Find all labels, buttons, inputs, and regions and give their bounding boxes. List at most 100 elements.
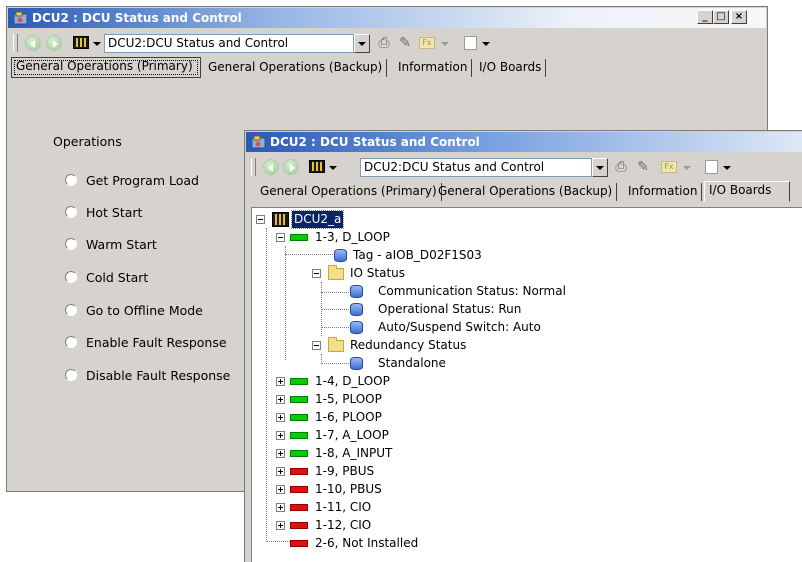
tree-node-label: 1-12, CIO	[315, 518, 372, 532]
expand-icon[interactable]	[276, 485, 285, 494]
toolbar-grip[interactable]	[251, 158, 256, 176]
expand-icon[interactable]	[276, 449, 285, 458]
option-label: Hot Start	[86, 205, 143, 220]
tree-node-label: 1-11, CIO	[315, 500, 372, 514]
tab-information[interactable]: Information	[394, 59, 473, 77]
tree-node-label: 1-9, PBUS	[315, 464, 375, 478]
title-bar[interactable]: DCU2 : DCU Status and Control _ □ ×	[8, 8, 766, 28]
tree-node-label: 1-4, D_LOOP	[315, 374, 390, 388]
forward-icon[interactable]	[283, 159, 299, 175]
print-icon[interactable]: ⎙	[612, 159, 630, 175]
radio-button[interactable]	[65, 369, 77, 381]
chevron-down-icon[interactable]	[482, 42, 490, 46]
expand-icon[interactable]	[276, 431, 285, 440]
radio-button[interactable]	[65, 238, 77, 250]
app-icon	[251, 135, 266, 149]
expand-icon[interactable]	[276, 377, 285, 386]
collapse-icon[interactable]	[276, 233, 285, 242]
tree-node-label: 1-6, PLOOP	[315, 410, 382, 424]
status-ok-icon	[290, 450, 308, 457]
database-icon	[350, 321, 363, 334]
chevron-down-icon[interactable]	[93, 42, 101, 46]
option-label: Go to Offline Mode	[86, 303, 203, 318]
option-label: Enable Fault Response	[86, 335, 227, 350]
io-boards-tree[interactable]: DCU2_a 1-3, D_LOOP Tag - aIOB_D02F1S03 I…	[251, 207, 802, 562]
radio-button[interactable]	[65, 304, 77, 316]
operations-label: Operations	[53, 134, 122, 149]
expand-icon[interactable]	[276, 395, 285, 404]
tree-node-label: 1-8, A_INPUT	[315, 446, 393, 460]
tab-io-boards[interactable]: I/O Boards	[475, 59, 547, 77]
radio-button[interactable]	[65, 336, 77, 348]
maximize-button[interactable]: □	[713, 10, 729, 24]
print-icon[interactable]: ⎙	[375, 35, 393, 51]
collapse-icon[interactable]	[312, 269, 321, 278]
fx-icon[interactable]: Fx	[661, 161, 677, 173]
radio-button[interactable]	[65, 206, 77, 218]
chevron-down-icon[interactable]	[329, 166, 337, 170]
tree-line	[321, 292, 349, 293]
status-ok-icon	[290, 378, 308, 385]
chevron-down-icon[interactable]	[683, 166, 691, 170]
toolbar: DCU2:DCU Status and Control ⎙ ✎ Fx	[11, 31, 763, 55]
tree-line	[321, 354, 322, 362]
close-button[interactable]: ×	[731, 10, 747, 24]
folder-icon	[328, 337, 344, 352]
option-label: Disable Fault Response	[86, 368, 231, 383]
tree-line	[266, 228, 267, 540]
tab-strip: General Operations (Primary) General Ope…	[249, 181, 802, 202]
pin-icon[interactable]: ✎	[634, 159, 652, 175]
expand-icon[interactable]	[276, 503, 285, 512]
tree-line	[285, 246, 286, 360]
tree-node-label: 1-5, PLOOP	[315, 392, 382, 406]
radio-button[interactable]	[65, 174, 77, 186]
status-fault-icon	[290, 522, 308, 529]
database-icon	[350, 357, 363, 370]
dcu-status-window-front: DCU2 : DCU Status and Control DCU2:DCU S…	[244, 130, 802, 562]
tree-node-label: Standalone	[378, 356, 446, 370]
app-icon	[13, 11, 28, 25]
collapse-icon[interactable]	[256, 215, 265, 224]
page-icon[interactable]	[705, 160, 718, 174]
address-dropdown-button[interactable]	[354, 34, 370, 53]
tree-node-label: DCU2_a	[290, 210, 345, 229]
tree-line	[321, 309, 349, 310]
tree-node-label: 2-6, Not Installed	[315, 536, 419, 550]
tab-general-primary[interactable]: General Operations (Primary)	[256, 183, 442, 201]
expand-icon[interactable]	[276, 521, 285, 530]
rack-icon[interactable]	[309, 160, 325, 173]
expand-icon[interactable]	[276, 413, 285, 422]
back-icon[interactable]	[25, 35, 41, 51]
status-fault-icon	[290, 486, 308, 493]
collapse-icon[interactable]	[312, 341, 321, 350]
address-field[interactable]: DCU2:DCU Status and Control	[104, 34, 354, 53]
chevron-down-icon[interactable]	[723, 166, 731, 170]
expand-icon[interactable]	[276, 467, 285, 476]
tree-node-label: Tag - aIOB_D02F1S03	[353, 248, 482, 262]
address-field[interactable]: DCU2:DCU Status and Control	[360, 158, 592, 177]
radio-button[interactable]	[65, 271, 77, 283]
status-ok-icon	[290, 234, 308, 241]
tab-general-backup[interactable]: General Operations (Backup)	[434, 183, 618, 201]
tab-information[interactable]: Information	[624, 183, 703, 201]
back-icon[interactable]	[263, 159, 279, 175]
tab-general-primary[interactable]: General Operations (Primary)	[11, 57, 201, 78]
address-dropdown-button[interactable]	[592, 158, 608, 177]
chevron-down-icon[interactable]	[441, 42, 449, 46]
title-bar[interactable]: DCU2 : DCU Status and Control	[246, 132, 802, 152]
page-icon[interactable]	[464, 36, 477, 50]
tree-node-label: Communication Status: Normal	[378, 284, 566, 298]
fx-icon[interactable]: Fx	[419, 37, 435, 49]
toolbar-grip[interactable]	[13, 34, 18, 52]
tab-general-backup[interactable]: General Operations (Backup)	[204, 59, 388, 77]
tab-io-boards[interactable]: I/O Boards	[704, 181, 790, 202]
forward-icon[interactable]	[46, 35, 62, 51]
tree-node-label: 1-7, A_LOOP	[315, 428, 389, 442]
tree-line	[285, 254, 333, 255]
database-icon	[334, 249, 347, 262]
pin-icon[interactable]: ✎	[396, 35, 414, 51]
window-title: DCU2 : DCU Status and Control	[32, 11, 242, 25]
rack-icon[interactable]	[73, 36, 89, 49]
tree-node-label: Auto/Suspend Switch: Auto	[378, 320, 541, 334]
minimize-button[interactable]: _	[697, 10, 713, 24]
